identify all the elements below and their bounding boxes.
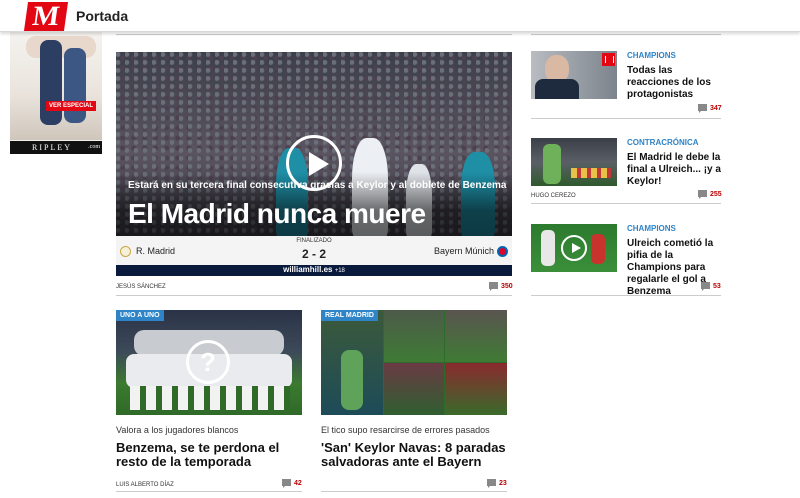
divider xyxy=(531,295,721,296)
card-kicker: El tico supo resarcirse de errores pasad… xyxy=(321,425,490,435)
card-author[interactable]: LUIS ALBERTO DÍAZ xyxy=(116,482,174,488)
divider xyxy=(531,34,721,35)
top-bar: M Portada xyxy=(0,0,800,32)
hero-author[interactable]: JESÚS SÁNCHEZ xyxy=(116,284,166,290)
divider xyxy=(116,34,512,35)
card-title[interactable]: Benzema, se te perdona el resto de la te… xyxy=(116,441,306,469)
comment-icon xyxy=(282,479,291,488)
ad-badge[interactable]: VER ESPECIAL xyxy=(46,101,97,111)
play-video-icon[interactable] xyxy=(561,235,587,261)
sidebar-comments[interactable]: 53 xyxy=(701,282,721,291)
divider xyxy=(531,118,721,119)
sponsor-name: williamhill.es xyxy=(283,265,333,274)
sponsor-age-note: +18 xyxy=(334,268,345,274)
sidebar-thumbnail[interactable] xyxy=(531,138,617,186)
comment-icon xyxy=(698,190,707,199)
section-title: Portada xyxy=(76,8,129,24)
sidebar-thumbnail[interactable] xyxy=(531,224,617,272)
divider xyxy=(531,203,721,204)
comment-icon xyxy=(487,479,496,488)
bayern-crest-icon xyxy=(497,246,508,257)
ad-brand: RIPLEY xyxy=(32,143,72,152)
sidebar-category[interactable]: CHAMPIONS xyxy=(627,224,676,233)
card-tag: REAL MADRID xyxy=(321,310,378,321)
card-kicker: Valora a los jugadores blancos xyxy=(116,425,239,435)
sidebar-comments[interactable]: 347 xyxy=(698,104,722,113)
sidebar-comments[interactable]: 255 xyxy=(698,190,722,199)
card-comments[interactable]: 23 xyxy=(487,479,507,488)
comment-icon xyxy=(698,104,707,113)
away-team: Bayern Múnich xyxy=(433,246,494,256)
sidebar-author[interactable]: HUGO CEREZO xyxy=(531,193,576,199)
card-thumbnail[interactable]: ? UNO A UNO xyxy=(116,310,302,415)
hero-kicker: Estará en su tercera final consecutiva g… xyxy=(128,180,507,191)
card-title[interactable]: 'San' Keylor Navas: 8 paradas salvadoras… xyxy=(321,441,511,469)
ad-brand-bar[interactable]: RIPLEY .com xyxy=(10,141,102,154)
marca-logo[interactable]: M xyxy=(23,1,69,32)
audio-icon xyxy=(602,53,615,66)
sidebar-thumbnail[interactable] xyxy=(531,51,617,99)
sidebar-title[interactable]: Todas las reacciones de los protagonista… xyxy=(627,65,723,101)
card-thumbnail[interactable]: REAL MADRID xyxy=(321,310,507,415)
divider xyxy=(116,295,512,296)
card-comments[interactable]: 42 xyxy=(282,479,302,488)
sidebar-category[interactable]: CONTRACRÓNICA xyxy=(627,138,699,147)
divider xyxy=(321,491,507,492)
match-status: FINALIZADO xyxy=(296,238,332,244)
ripley-ad[interactable]: VER ESPECIAL xyxy=(10,30,102,154)
ad-domain: .com xyxy=(88,144,100,150)
sidebar-title[interactable]: El Madrid le debe la final a Ulreich... … xyxy=(627,152,723,188)
scoreboard[interactable]: R. Madrid FINALIZADO 2 - 2 Bayern Múnich xyxy=(116,236,512,265)
hero-comments[interactable]: 350 xyxy=(489,282,513,291)
hero-story[interactable]: Estará en su tercera final consecutiva g… xyxy=(116,52,512,276)
divider xyxy=(116,491,302,492)
card-tag: UNO A UNO xyxy=(116,310,164,321)
sponsor-bar[interactable]: williamhill.es +18 xyxy=(116,265,512,276)
hero-headline[interactable]: El Madrid nunca muere xyxy=(128,198,426,230)
comment-icon xyxy=(701,282,710,291)
comment-icon xyxy=(489,282,498,291)
question-icon[interactable]: ? xyxy=(186,340,230,384)
sidebar-category[interactable]: CHAMPIONS xyxy=(627,51,676,60)
